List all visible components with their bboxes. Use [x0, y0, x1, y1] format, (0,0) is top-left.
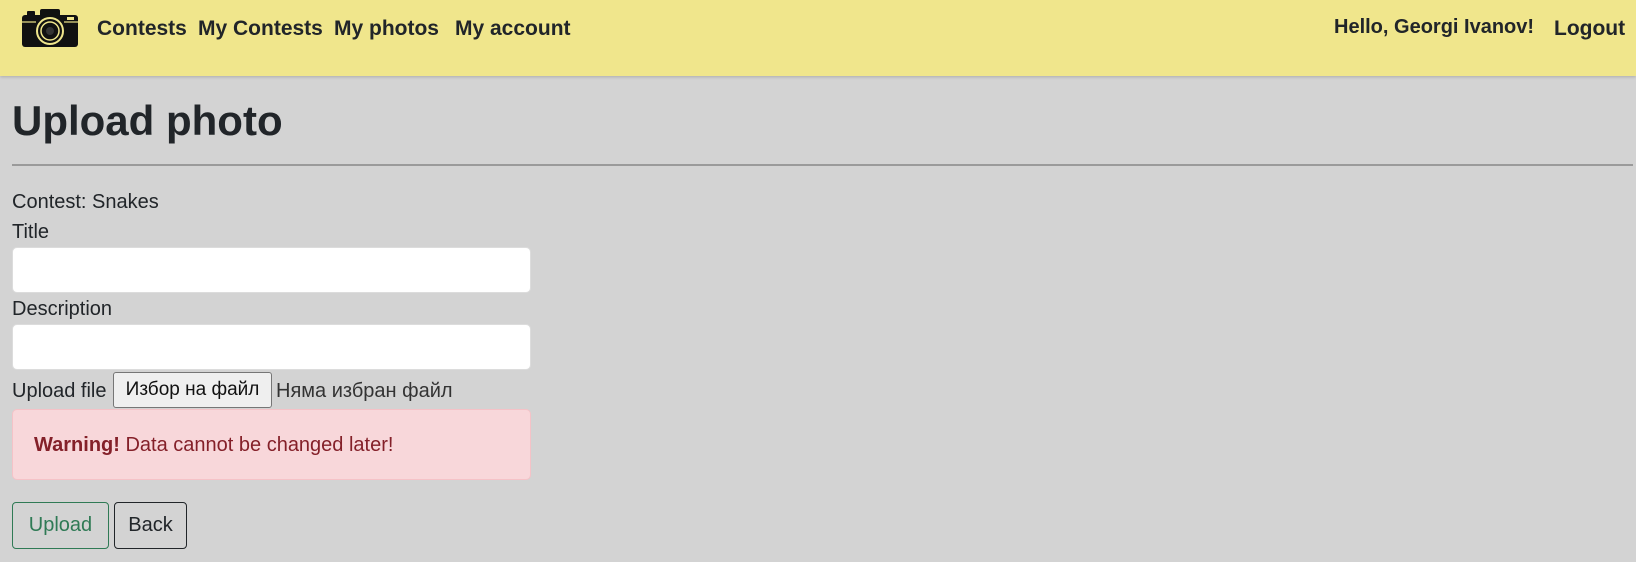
- navbar: Contests My Contests My photos My accoun…: [0, 0, 1636, 76]
- back-button[interactable]: Back: [114, 502, 187, 549]
- divider: [12, 164, 1633, 166]
- nav-link-my-photos[interactable]: My photos: [334, 17, 439, 41]
- page-title: Upload photo: [12, 97, 283, 144]
- description-input[interactable]: [12, 324, 531, 370]
- choose-file-button[interactable]: Избор на файл: [113, 372, 272, 408]
- nav-link-contests[interactable]: Contests: [97, 17, 187, 41]
- user-greeting: Hello, Georgi Ivanov!: [1334, 16, 1535, 38]
- warning-message: Data cannot be changed later!: [119, 434, 394, 456]
- nav-link-my-contests[interactable]: My Contests: [198, 17, 323, 41]
- upload-file-label: Upload file: [12, 380, 107, 402]
- logout-link[interactable]: Logout: [1554, 17, 1625, 41]
- title-input[interactable]: [12, 247, 531, 293]
- description-label: Description: [12, 298, 113, 320]
- nav-link-my-account[interactable]: My account: [455, 17, 571, 41]
- title-label: Title: [12, 221, 50, 243]
- warning-strong: Warning!: [34, 434, 120, 456]
- warning-alert: Warning! Data cannot be changed later!: [12, 409, 531, 480]
- file-status: Няма избран файл: [276, 380, 453, 402]
- contest-name: Contest: Snakes: [12, 191, 159, 213]
- camera-icon[interactable]: [21, 6, 79, 48]
- upload-button[interactable]: Upload: [12, 502, 109, 549]
